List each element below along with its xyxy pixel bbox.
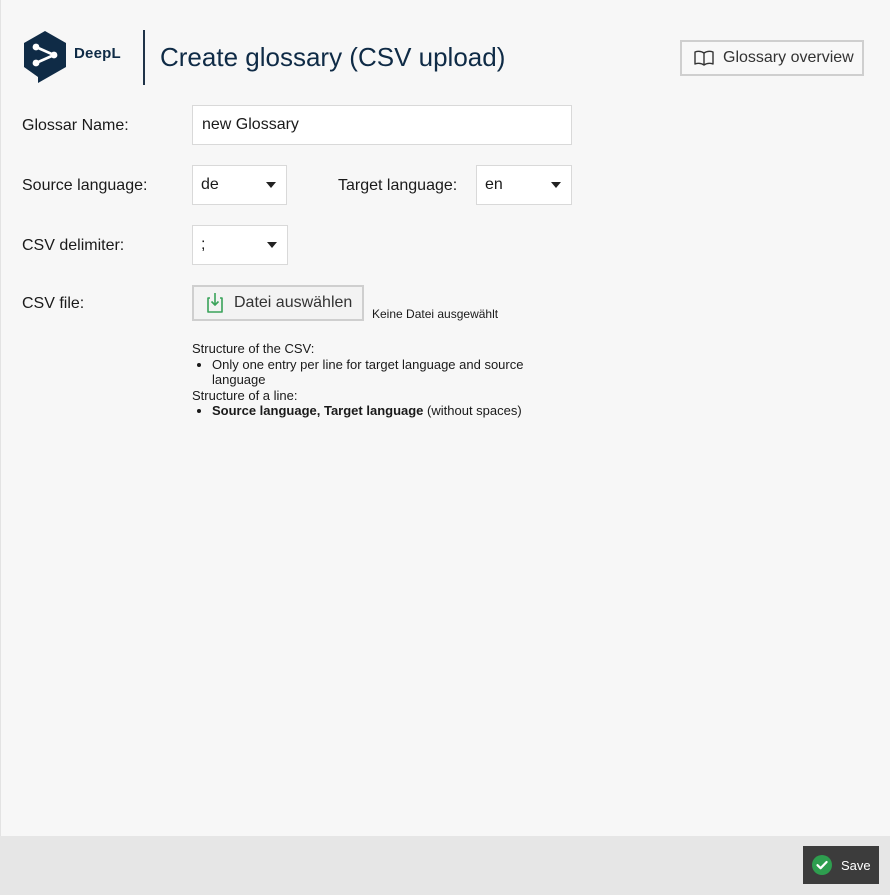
line-rule-note: (without spaces) <box>423 403 522 418</box>
csv-file-label: CSV file: <box>22 295 85 312</box>
save-label: Save <box>841 857 871 873</box>
check-circle-icon <box>812 855 832 875</box>
csv-rule-item: Only one entry per line for target langu… <box>212 357 552 388</box>
csv-delimiter-value: ; <box>201 236 206 253</box>
target-language-select[interactable]: en <box>476 165 572 205</box>
glossary-name-label: Glossar Name: <box>22 117 129 134</box>
caret-down-icon <box>551 182 561 188</box>
csv-delimiter-label: CSV delimiter: <box>22 237 125 254</box>
source-language-select[interactable]: de <box>192 165 287 205</box>
target-language-label: Target language: <box>338 177 458 194</box>
footer-bar <box>0 836 890 895</box>
page: DeepL Create glossary (CSV upload) Gloss… <box>0 0 890 836</box>
file-status-text: Keine Datei ausgewählt <box>372 307 499 321</box>
source-language-label: Source language: <box>22 177 148 194</box>
header-divider <box>143 30 145 85</box>
glossary-name-input[interactable] <box>192 105 572 145</box>
structure-line-title: Structure of a line: <box>192 387 298 403</box>
line-rules-list: Source language, Target language (withou… <box>192 403 552 419</box>
book-icon <box>694 50 714 66</box>
source-language-value: de <box>201 176 219 193</box>
caret-down-icon <box>267 242 277 248</box>
page-title: Create glossary (CSV upload) <box>160 42 506 72</box>
caret-down-icon <box>266 182 276 188</box>
csv-rules-list: Only one entry per line for target langu… <box>192 357 552 388</box>
glossary-overview-button[interactable]: Glossary overview <box>680 40 864 76</box>
choose-file-label: Datei auswählen <box>234 294 353 311</box>
deepl-logo-icon[interactable] <box>22 30 68 85</box>
choose-file-button[interactable]: Datei auswählen <box>192 285 364 321</box>
csv-delimiter-select[interactable]: ; <box>192 225 288 265</box>
line-rule-bold: Source language, Target language <box>212 403 424 418</box>
logo-text: DeepL <box>74 45 121 62</box>
glossary-overview-label: Glossary overview <box>723 49 854 66</box>
line-rule-item: Source language, Target language (withou… <box>212 403 552 419</box>
csv-structure-help: Structure of the CSV: Only one entry per… <box>192 341 552 419</box>
save-button[interactable]: Save <box>803 846 879 884</box>
target-language-value: en <box>485 176 503 193</box>
upload-file-icon <box>207 293 223 313</box>
structure-csv-title: Structure of the CSV: <box>192 341 315 356</box>
